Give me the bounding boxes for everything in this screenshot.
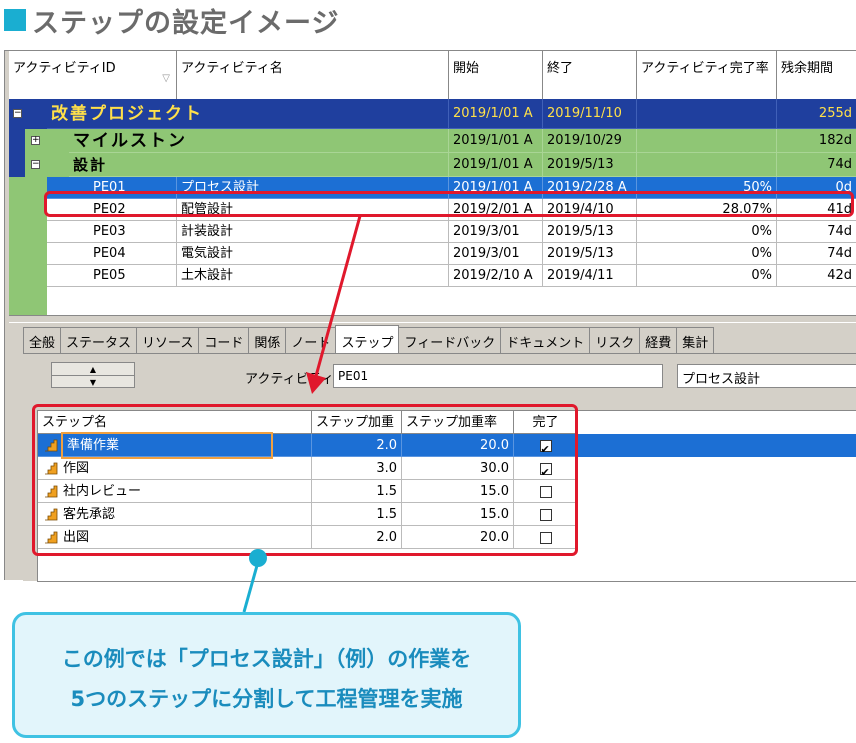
callout-dot — [249, 549, 267, 567]
callout-text: この例では「プロセス設計」（例）の作業を 5つのステップに分割して工程管理を実施 — [15, 615, 518, 743]
red-arrow-line — [314, 215, 362, 377]
callout-connector — [242, 561, 260, 613]
callout-line1: この例では「プロセス設計」（例）の作業を — [61, 647, 472, 671]
callout-box: この例では「プロセス設計」（例）の作業を 5つのステップに分割して工程管理を実施 — [12, 612, 521, 738]
red-arrow-head — [306, 372, 326, 394]
callout-line2: 5つのステップに分割して工程管理を実施 — [70, 687, 463, 711]
